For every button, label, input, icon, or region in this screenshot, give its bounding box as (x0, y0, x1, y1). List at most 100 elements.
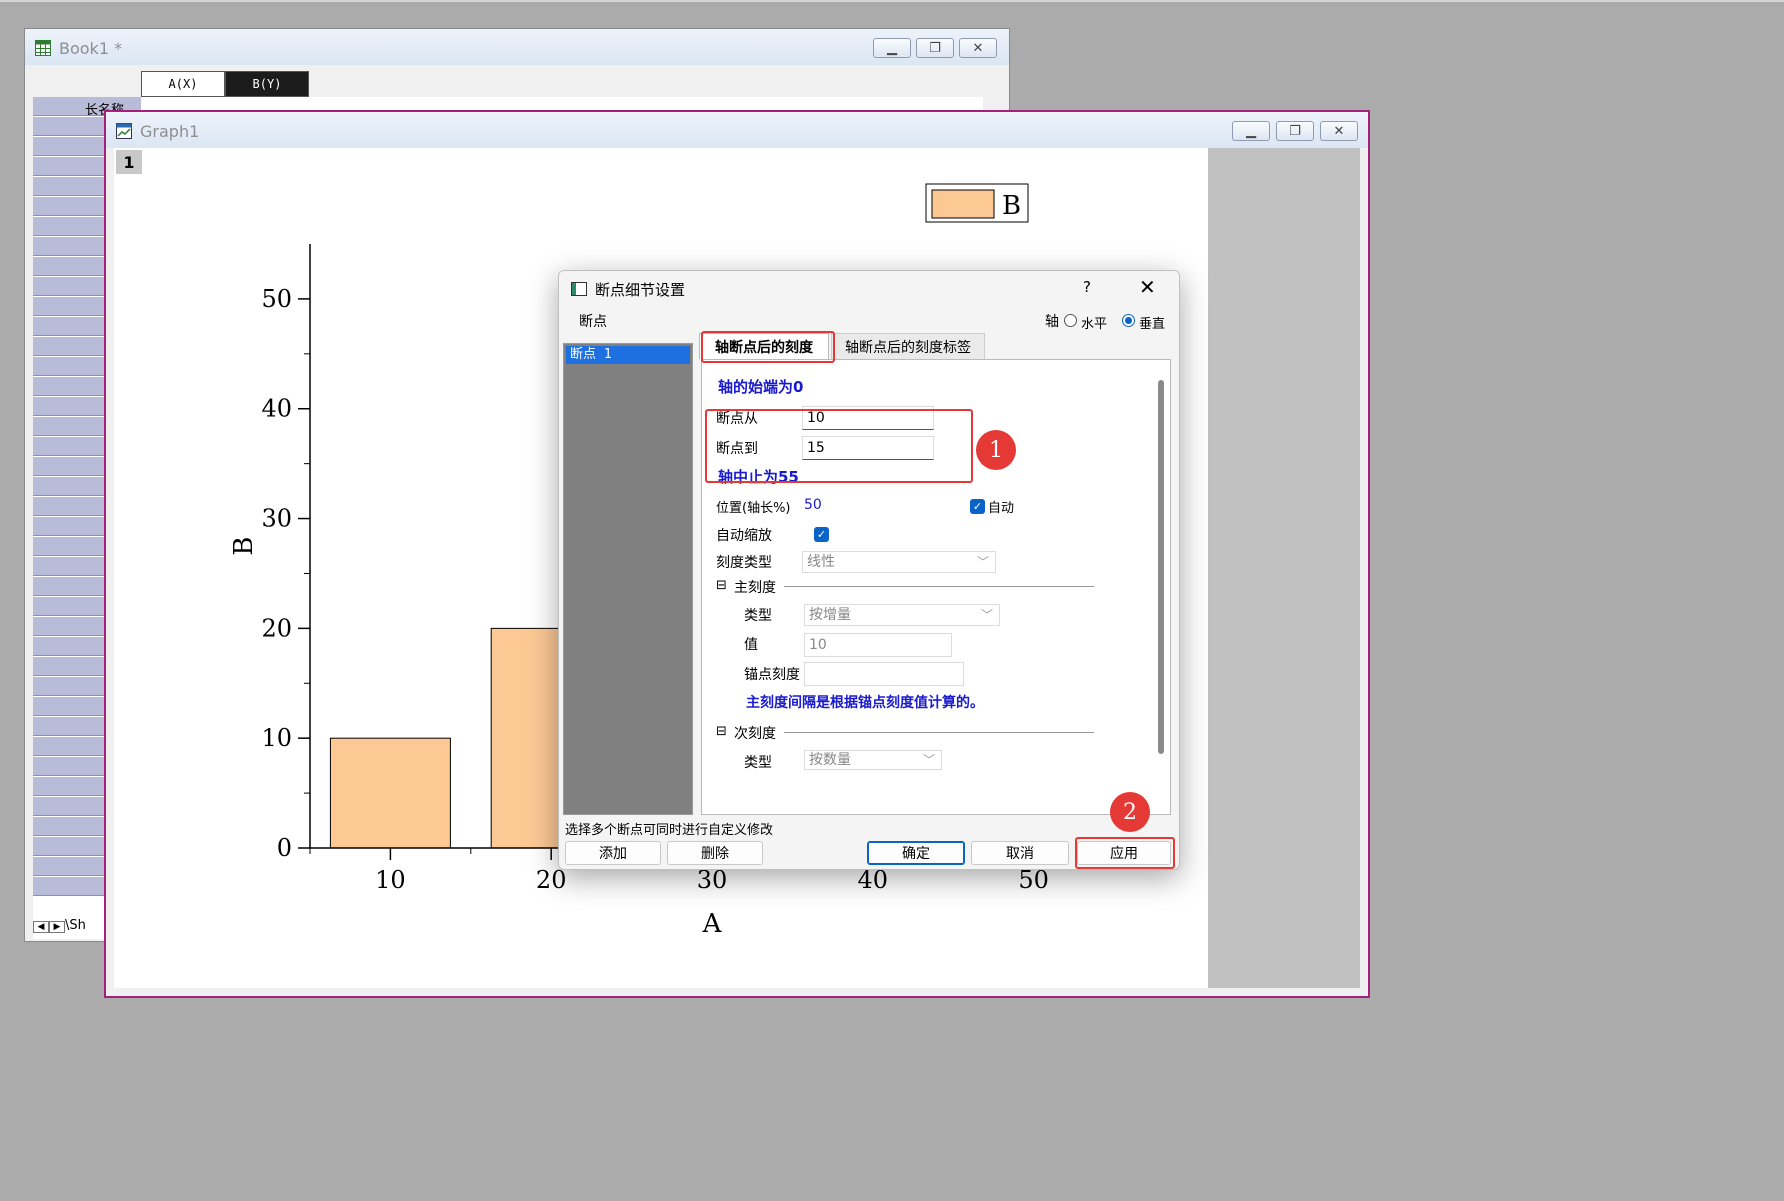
highlight-tab-box (701, 331, 835, 363)
minor-type-label: 类型 (744, 755, 772, 771)
anchor-label: 锚点刻度 (744, 667, 800, 683)
cancel-button[interactable]: 取消 (971, 841, 1069, 865)
radio-horizontal[interactable] (1064, 314, 1077, 327)
minimize-icon: ▁ (887, 40, 897, 56)
major-tick-heading: 主刻度 (734, 580, 776, 596)
chart-bar[interactable] (329, 737, 451, 849)
chevron-down-icon: ﹀ (922, 753, 935, 767)
y-tick-label: 50 (261, 285, 292, 313)
major-type-value: 按增量 (809, 607, 851, 623)
close-icon: ✕ (972, 40, 984, 56)
minor-collapse-icon[interactable]: ⊟ (716, 724, 727, 739)
position-label: 位置(轴长%) (716, 501, 791, 516)
y-tick-label: 0 (277, 834, 292, 862)
dialog-title: 断点细节设置 (595, 281, 686, 299)
breakpoint-list-item[interactable]: 断点 1 (566, 346, 690, 364)
delete-button[interactable]: 删除 (667, 841, 763, 865)
minor-type-select[interactable]: 按数量 ﹀ (804, 750, 942, 770)
desktop-top-edge (0, 0, 1784, 2)
graph-minimize-button[interactable]: ▁ (1232, 121, 1270, 141)
highlight-apply-box (1075, 837, 1175, 869)
book-minimize-button[interactable]: ▁ (873, 38, 911, 58)
scale-type-label: 刻度类型 (716, 555, 772, 571)
x-tick-label: 50 (1018, 866, 1049, 894)
dialog-icon (571, 282, 587, 296)
sheet-nav-left-icon[interactable]: ◀ (33, 921, 49, 933)
layer-badge[interactable]: 1 (116, 150, 142, 174)
book-close-button[interactable]: ✕ (959, 38, 997, 58)
workbook-icon (35, 40, 51, 56)
dialog-close-button[interactable]: ✕ (1139, 275, 1156, 299)
sheet-tab[interactable]: \Sh (65, 918, 86, 933)
book-maximize-button[interactable]: ❐ (916, 38, 954, 58)
scale-type-select[interactable]: 线性 ﹀ (802, 551, 996, 573)
minimize-icon: ▁ (1246, 123, 1256, 139)
maximize-icon: ❐ (1289, 123, 1301, 139)
ok-button[interactable]: 确定 (867, 841, 965, 865)
x-tick-label: 10 (375, 866, 406, 894)
column-header-a[interactable]: A(X) (141, 71, 225, 97)
auto-scale-checkbox[interactable]: ✓ (814, 527, 829, 542)
radio-horizontal-label[interactable]: 水平 (1081, 313, 1107, 332)
value-label: 值 (744, 637, 758, 653)
book-title-bar[interactable]: Book1 * ▁ ❐ ✕ (25, 29, 1009, 65)
chevron-down-icon: ﹀ (980, 608, 993, 622)
add-button[interactable]: 添加 (565, 841, 661, 865)
y-tick-label: 40 (261, 395, 292, 423)
axis-start-text: 轴的始端为0 (718, 378, 804, 396)
break-detail-dialog[interactable]: 断点细节设置 ? ✕ 断点 轴 水平 垂直 断点 1 轴断点后的刻度 轴断点后的… (558, 270, 1180, 870)
book-title: Book1 * (59, 39, 123, 58)
callout-badge-1: 1 (976, 430, 1016, 470)
radio-vertical[interactable] (1122, 314, 1135, 327)
callout-badge-2: 2 (1110, 792, 1150, 832)
graph-close-button[interactable]: ✕ (1320, 121, 1358, 141)
graph-gray-area (1208, 148, 1360, 988)
column-header-b[interactable]: B(Y) (225, 71, 309, 97)
panel-scrollbar[interactable] (1158, 380, 1164, 754)
breakpoint-list[interactable]: 断点 1 (563, 343, 693, 815)
tab-tick-labels-after-break[interactable]: 轴断点后的刻度标签 (831, 333, 985, 359)
x-axis-title: A (702, 909, 723, 939)
highlight-break-fields-box (705, 409, 973, 483)
x-tick-label: 30 (697, 866, 728, 894)
y-tick-label: 30 (261, 505, 292, 533)
checkmark-icon: ✓ (972, 500, 983, 513)
breakpoints-label: 断点 (579, 314, 607, 330)
x-tick-label: 40 (858, 866, 889, 894)
major-tick-note: 主刻度间隔是根据锚点刻度值计算的。 (746, 695, 984, 711)
auto-scale-label: 自动缩放 (716, 528, 772, 544)
sheet-tab-bar[interactable]: ◀ ▶ \Sh (33, 918, 86, 933)
major-type-label: 类型 (744, 608, 772, 624)
checkmark-icon: ✓ (816, 528, 827, 541)
value-input[interactable]: 10 (804, 633, 952, 657)
y-axis-title: B (229, 536, 259, 555)
x-tick-label: 20 (536, 866, 567, 894)
minor-type-value: 按数量 (809, 752, 851, 768)
legend-label: B (1002, 191, 1021, 221)
scale-type-value: 线性 (807, 554, 835, 570)
multi-select-note: 选择多个断点可同时进行自定义修改 (565, 823, 774, 838)
major-collapse-icon[interactable]: ⊟ (716, 578, 727, 593)
close-icon: ✕ (1333, 123, 1345, 139)
graph-maximize-button[interactable]: ❐ (1276, 121, 1314, 141)
minor-tick-heading: 次刻度 (734, 726, 776, 742)
dialog-title-bar[interactable]: 断点细节设置 ? ✕ (559, 271, 1179, 307)
major-tick-divider (784, 586, 1094, 587)
position-value[interactable]: 50 (804, 497, 822, 513)
sheet-nav-right-icon[interactable]: ▶ (49, 921, 65, 933)
radio-vertical-label[interactable]: 垂直 (1139, 313, 1165, 332)
graph-title-bar[interactable]: Graph1 ▁ ❐ ✕ (106, 112, 1368, 148)
help-button[interactable]: ? (1083, 278, 1091, 296)
auto-checkbox[interactable]: ✓ (970, 499, 985, 514)
y-tick-label: 20 (261, 614, 292, 642)
legend-swatch (931, 189, 995, 219)
anchor-input[interactable] (804, 662, 964, 686)
major-type-select[interactable]: 按增量 ﹀ (804, 604, 1000, 626)
minor-tick-divider (784, 732, 1094, 733)
graph-title: Graph1 (140, 122, 200, 141)
y-tick-label: 10 (261, 724, 292, 752)
axis-label: 轴 (1045, 314, 1059, 330)
maximize-icon: ❐ (929, 40, 941, 56)
auto-label: 自动 (988, 501, 1015, 516)
chevron-down-icon: ﹀ (976, 555, 989, 569)
